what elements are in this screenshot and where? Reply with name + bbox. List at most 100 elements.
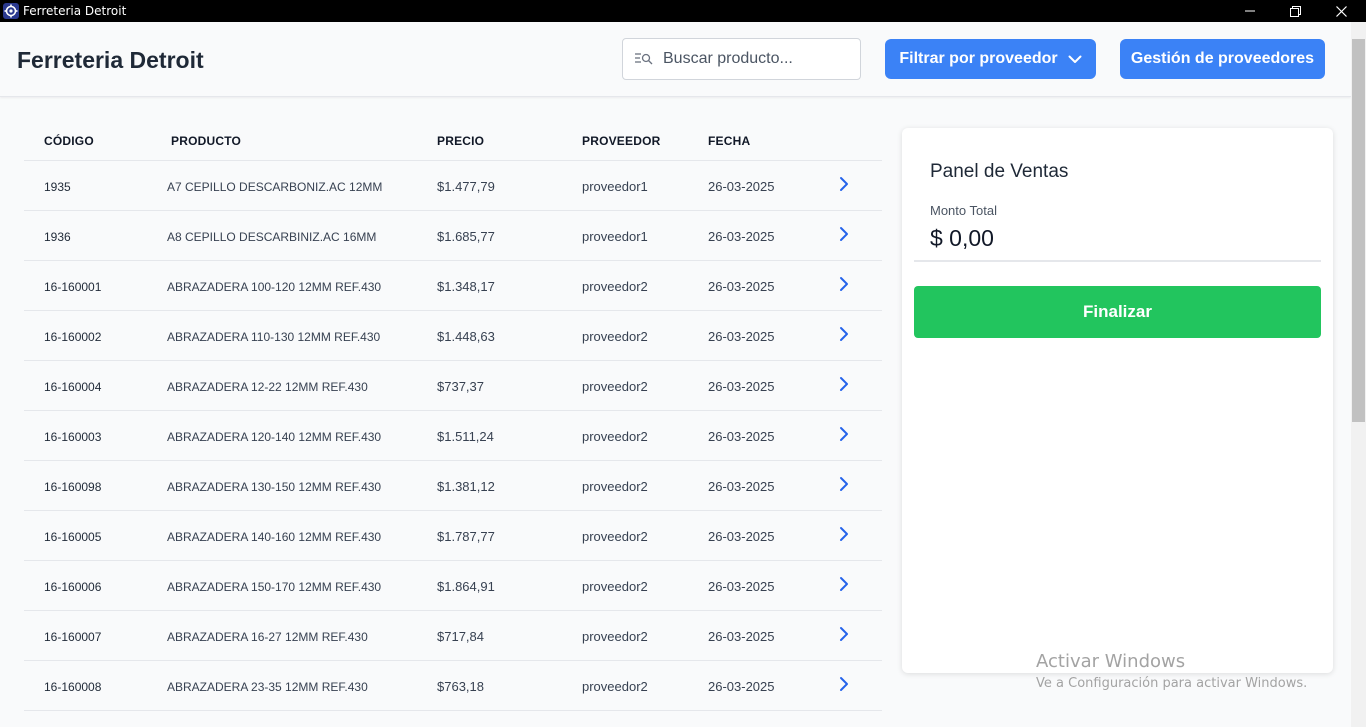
cell-proveedor: proveedor2 xyxy=(582,429,648,444)
cell-codigo: 1935 xyxy=(44,180,71,194)
cell-precio: $1.787,77 xyxy=(437,529,495,544)
finalize-button[interactable]: Finalizar xyxy=(914,286,1321,338)
activation-watermark-title: Activar Windows xyxy=(1036,651,1186,672)
products-table: CÓDIGO PRODUCTO PRECIO PROVEEDOR FECHA 1… xyxy=(24,120,882,711)
cell-fecha: 26-03-2025 xyxy=(708,479,775,494)
cell-fecha: 26-03-2025 xyxy=(708,629,775,644)
chevron-right-icon[interactable] xyxy=(837,526,851,542)
table-row[interactable]: 16-160004 ABRAZADERA 12-22 12MM REF.430 $7… xyxy=(24,361,882,411)
chevron-right-icon[interactable] xyxy=(837,676,851,692)
cell-proveedor: proveedor2 xyxy=(582,579,648,594)
search-box[interactable] xyxy=(622,38,861,80)
cell-fecha: 26-03-2025 xyxy=(708,529,775,544)
cell-precio: $717,84 xyxy=(437,629,484,644)
cell-fecha: 26-03-2025 xyxy=(708,329,775,344)
filter-provider-label: Filtrar por proveedor xyxy=(899,50,1058,67)
activation-watermark-text: Ve a Configuración para activar Windows. xyxy=(1036,676,1308,691)
cell-producto: ABRAZADERA 100-120 12MM REF.430 xyxy=(167,280,382,294)
cell-proveedor: proveedor2 xyxy=(582,529,648,544)
chevron-right-icon[interactable] xyxy=(837,226,851,242)
cell-proveedor: proveedor2 xyxy=(582,679,648,694)
cell-proveedor: proveedor2 xyxy=(582,629,648,644)
cell-proveedor: proveedor2 xyxy=(582,329,648,344)
cell-precio: $1.685,77 xyxy=(437,229,495,244)
cell-codigo: 16-160003 xyxy=(44,430,102,444)
cell-producto: ABRAZADERA 140-160 12MM REF.430 xyxy=(167,530,382,544)
filter-provider-button[interactable]: Filtrar por proveedor xyxy=(885,39,1096,79)
app-header: Ferreteria Detroit Filtrar por proveedor… xyxy=(0,22,1351,97)
table-row[interactable]: 16-160008 ABRAZADERA 23-35 12MM REF.430 $7… xyxy=(24,661,882,711)
finalize-label: Finalizar xyxy=(1083,302,1152,321)
chevron-right-icon[interactable] xyxy=(837,426,851,442)
sales-panel-title: Panel de Ventas xyxy=(930,161,1069,182)
gear-icon xyxy=(3,3,19,19)
table-header: CÓDIGO PRODUCTO PRECIO PROVEEDOR FECHA xyxy=(24,120,882,161)
cell-codigo: 16-160007 xyxy=(44,630,102,644)
restore-button[interactable] xyxy=(1272,0,1318,22)
window-title: Ferreteria Detroit xyxy=(23,4,127,18)
header-proveedor[interactable]: PROVEEDOR xyxy=(582,134,660,148)
chevron-right-icon[interactable] xyxy=(837,626,851,642)
chevron-right-icon[interactable] xyxy=(837,476,851,492)
cell-codigo: 16-160001 xyxy=(44,280,102,294)
cell-fecha: 26-03-2025 xyxy=(708,579,775,594)
chevron-right-icon[interactable] xyxy=(837,326,851,342)
table-row[interactable]: 16-160002 ABRAZADERA 110-130 12MM REF.430… xyxy=(24,311,882,361)
header-producto[interactable]: PRODUCTO xyxy=(171,134,241,148)
cell-precio: $1.477,79 xyxy=(437,179,495,194)
cell-producto: ABRAZADERA 150-170 12MM REF.430 xyxy=(167,580,382,594)
cell-proveedor: proveedor1 xyxy=(582,179,648,194)
chevron-right-icon[interactable] xyxy=(837,376,851,392)
table-row[interactable]: 16-160001 ABRAZADERA 100-120 12MM REF.430… xyxy=(24,261,882,311)
chevron-down-icon xyxy=(1068,55,1082,63)
divider xyxy=(914,260,1321,262)
cell-fecha: 26-03-2025 xyxy=(708,229,775,244)
cell-fecha: 26-03-2025 xyxy=(708,429,775,444)
scrollbar-thumb[interactable] xyxy=(1352,39,1365,422)
cell-fecha: 26-03-2025 xyxy=(708,279,775,294)
total-amount-value: $ 0,00 xyxy=(930,225,994,251)
cell-precio: $1.511,24 xyxy=(437,429,494,444)
cell-codigo: 16-160004 xyxy=(44,380,102,394)
table-row[interactable]: 16-160006 ABRAZADERA 150-170 12MM REF.430… xyxy=(24,561,882,611)
cell-producto: A8 CEPILLO DESCARBINIZ.AC 16MM xyxy=(167,230,377,244)
table-row[interactable]: 16-160098 ABRAZADERA 130-150 12MM REF.430… xyxy=(24,461,882,511)
header-codigo[interactable]: CÓDIGO xyxy=(44,134,94,148)
cell-codigo: 16-160008 xyxy=(44,680,102,694)
cell-proveedor: proveedor2 xyxy=(582,279,648,294)
cell-fecha: 26-03-2025 xyxy=(708,679,775,694)
minimize-button[interactable] xyxy=(1227,0,1273,22)
search-input[interactable] xyxy=(663,47,853,71)
provider-management-button[interactable]: Gestión de proveedores xyxy=(1120,39,1325,79)
cell-producto: ABRAZADERA 23-35 12MM REF.430 xyxy=(167,680,368,694)
table-row[interactable]: 1935 A7 CEPILLO DESCARBONIZ.AC 12MM $1.477… xyxy=(24,161,882,211)
cell-precio: $1.448,63 xyxy=(437,329,495,344)
cell-codigo: 1936 xyxy=(44,230,71,244)
cell-codigo: 16-160005 xyxy=(44,530,102,544)
cell-precio: $737,37 xyxy=(437,379,484,394)
header-precio[interactable]: PRECIO xyxy=(437,134,484,148)
cell-codigo: 16-160098 xyxy=(44,480,102,494)
sales-panel: Panel de Ventas Monto Total $ 0,00 Final… xyxy=(902,128,1333,673)
cell-precio: $763,18 xyxy=(437,679,484,694)
close-button[interactable] xyxy=(1318,0,1364,22)
cell-producto: ABRAZADERA 120-140 12MM REF.430 xyxy=(167,430,382,444)
window-titlebar: Ferreteria Detroit xyxy=(0,0,1366,22)
chevron-right-icon[interactable] xyxy=(837,176,851,192)
cell-producto: ABRAZADERA 110-130 12MM REF.430 xyxy=(167,330,381,344)
table-row[interactable]: 16-160005 ABRAZADERA 140-160 12MM REF.430… xyxy=(24,511,882,561)
table-row[interactable]: 16-160003 ABRAZADERA 120-140 12MM REF.430… xyxy=(24,411,882,461)
table-row[interactable]: 16-160007 ABRAZADERA 16-27 12MM REF.430 $7… xyxy=(24,611,882,661)
cell-codigo: 16-160002 xyxy=(44,330,102,344)
cell-proveedor: proveedor1 xyxy=(582,229,648,244)
header-fecha[interactable]: FECHA xyxy=(708,134,750,148)
chevron-right-icon[interactable] xyxy=(837,276,851,292)
table-row[interactable]: 1936 A8 CEPILLO DESCARBINIZ.AC 16MM $1.685… xyxy=(24,211,882,261)
restore-icon xyxy=(1289,5,1301,17)
cell-proveedor: proveedor2 xyxy=(582,479,648,494)
chevron-right-icon[interactable] xyxy=(837,576,851,592)
cell-proveedor: proveedor2 xyxy=(582,379,648,394)
search-icon xyxy=(635,52,653,71)
cell-precio: $1.381,12 xyxy=(437,479,495,494)
page-scrollbar[interactable] xyxy=(1351,22,1366,727)
